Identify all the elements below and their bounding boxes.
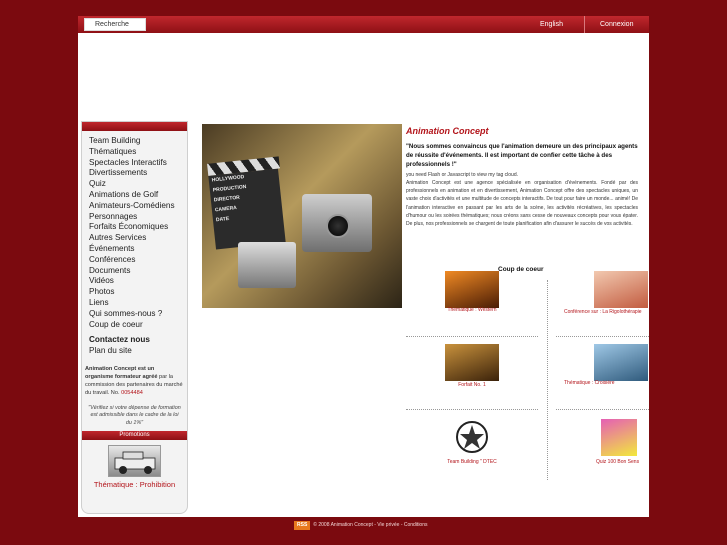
menu-item-sitemap[interactable]: Plan du site (89, 346, 187, 357)
tile-caption[interactable]: Team Building " DTEC (424, 459, 520, 465)
menu-item-divertissements[interactable]: Divertissements (89, 168, 187, 179)
grid-divider (406, 336, 538, 337)
top-separator (584, 16, 585, 33)
accreditation-text: Animation Concept est un organisme forma… (82, 365, 187, 397)
sidebar: Team Building Thématiques Spectacles Int… (81, 121, 188, 514)
content-body: Animation Concept est une agence spécial… (406, 180, 638, 228)
menu-item-qui-sommes-nous[interactable]: Qui sommes-nous ? (89, 309, 187, 320)
menu-item-quiz[interactable]: Quiz (89, 179, 187, 190)
menu-item-spectacles[interactable]: Spectacles Interactifs (89, 158, 187, 169)
rss-icon[interactable]: RSS (294, 521, 311, 530)
menu-item-personnages[interactable]: Personnages (89, 212, 187, 223)
promo-car-image[interactable] (108, 445, 161, 478)
menu-item-autres-services[interactable]: Autres Services (89, 233, 187, 244)
menu-item-conferences[interactable]: Conférences (89, 255, 187, 266)
sidebar-menu: Team Building Thématiques Spectacles Int… (82, 131, 187, 357)
clapperboard-icon: HOLLYWOOD PRODUCTION DIRECTOR CAMERA DAT… (207, 156, 286, 250)
menu-item-coup-de-coeur[interactable]: Coup de coeur (89, 320, 187, 331)
tile-caption[interactable]: Thématique : Croisière (564, 380, 649, 386)
page: Recherche English Connexion Team Buildin… (78, 16, 649, 517)
content-quote: "Nous sommes convaincus que l'animation … (406, 143, 638, 168)
tile-caption[interactable]: Forfait No. 1 (424, 382, 520, 388)
tile-caption[interactable]: Thématique : Western (424, 307, 520, 313)
quiz-thumbnail[interactable] (601, 419, 637, 456)
accreditation-bold: Animation Concept est un organisme forma… (85, 365, 158, 380)
training-note: "Vérifiez si votre dépense de formation … (88, 404, 181, 426)
grid-divider (406, 409, 538, 410)
menu-item-forfaits[interactable]: Forfaits Économiques (89, 222, 187, 233)
menu-item-team-building[interactable]: Team Building (89, 136, 187, 147)
menu-item-documents[interactable]: Documents (89, 266, 187, 277)
menu-item-thematiques[interactable]: Thématiques (89, 147, 187, 158)
police-badge-icon (456, 421, 488, 453)
promo-caption[interactable]: Thématique : Prohibition (82, 480, 187, 489)
tile-caption[interactable]: Quiz 100 Bon Sens (564, 459, 649, 465)
menu-item-videos[interactable]: Vidéos (89, 276, 187, 287)
grid-divider (547, 280, 548, 480)
grid-divider (556, 336, 649, 337)
footer: RSS © 2008 Animation Concept - Vie privée… (294, 521, 428, 530)
polaroid-camera-icon (302, 194, 372, 252)
main-content: Animation Concept "Nous sommes convaincu… (406, 126, 638, 228)
search-input[interactable]: Recherche (84, 18, 146, 31)
grid-divider (556, 409, 649, 410)
menu-item-contact[interactable]: Contactez nous (89, 335, 187, 346)
coup-de-coeur-title: Coup de coeur (498, 266, 544, 273)
rigolotherapie-thumbnail[interactable] (594, 271, 648, 308)
vintage-car-icon (114, 452, 156, 475)
western-thumbnail[interactable] (445, 271, 499, 308)
flash-note: you need Flash or Javascript to view my … (406, 172, 518, 178)
menu-item-photos[interactable]: Photos (89, 287, 187, 298)
menu-item-golf[interactable]: Animations de Golf (89, 190, 187, 201)
forfait-thumbnail[interactable] (445, 344, 499, 381)
accreditation-number[interactable]: 0054484 (121, 390, 143, 396)
tile-caption[interactable]: Conférence sur : La Rigolothérapie (564, 309, 649, 315)
dtec-badge-thumbnail[interactable] (455, 417, 489, 457)
second-camera-icon (238, 242, 296, 288)
content-title: Animation Concept (406, 126, 489, 136)
croisiere-thumbnail[interactable] (594, 344, 648, 381)
camera-lens (326, 214, 350, 238)
menu-item-liens[interactable]: Liens (89, 298, 187, 309)
hero-image: HOLLYWOOD PRODUCTION DIRECTOR CAMERA DAT… (202, 124, 402, 308)
top-bar: Recherche English Connexion (78, 16, 649, 33)
promotions-header: Promotions (82, 431, 187, 441)
sidebar-header (82, 122, 187, 131)
language-link[interactable]: English (540, 16, 563, 33)
login-link[interactable]: Connexion (600, 16, 633, 33)
footer-text: © 2008 Animation Concept - Vie privée - … (313, 522, 428, 528)
menu-item-animateurs[interactable]: Animateurs-Comédiens (89, 201, 187, 212)
menu-item-evenements[interactable]: Événements (89, 244, 187, 255)
